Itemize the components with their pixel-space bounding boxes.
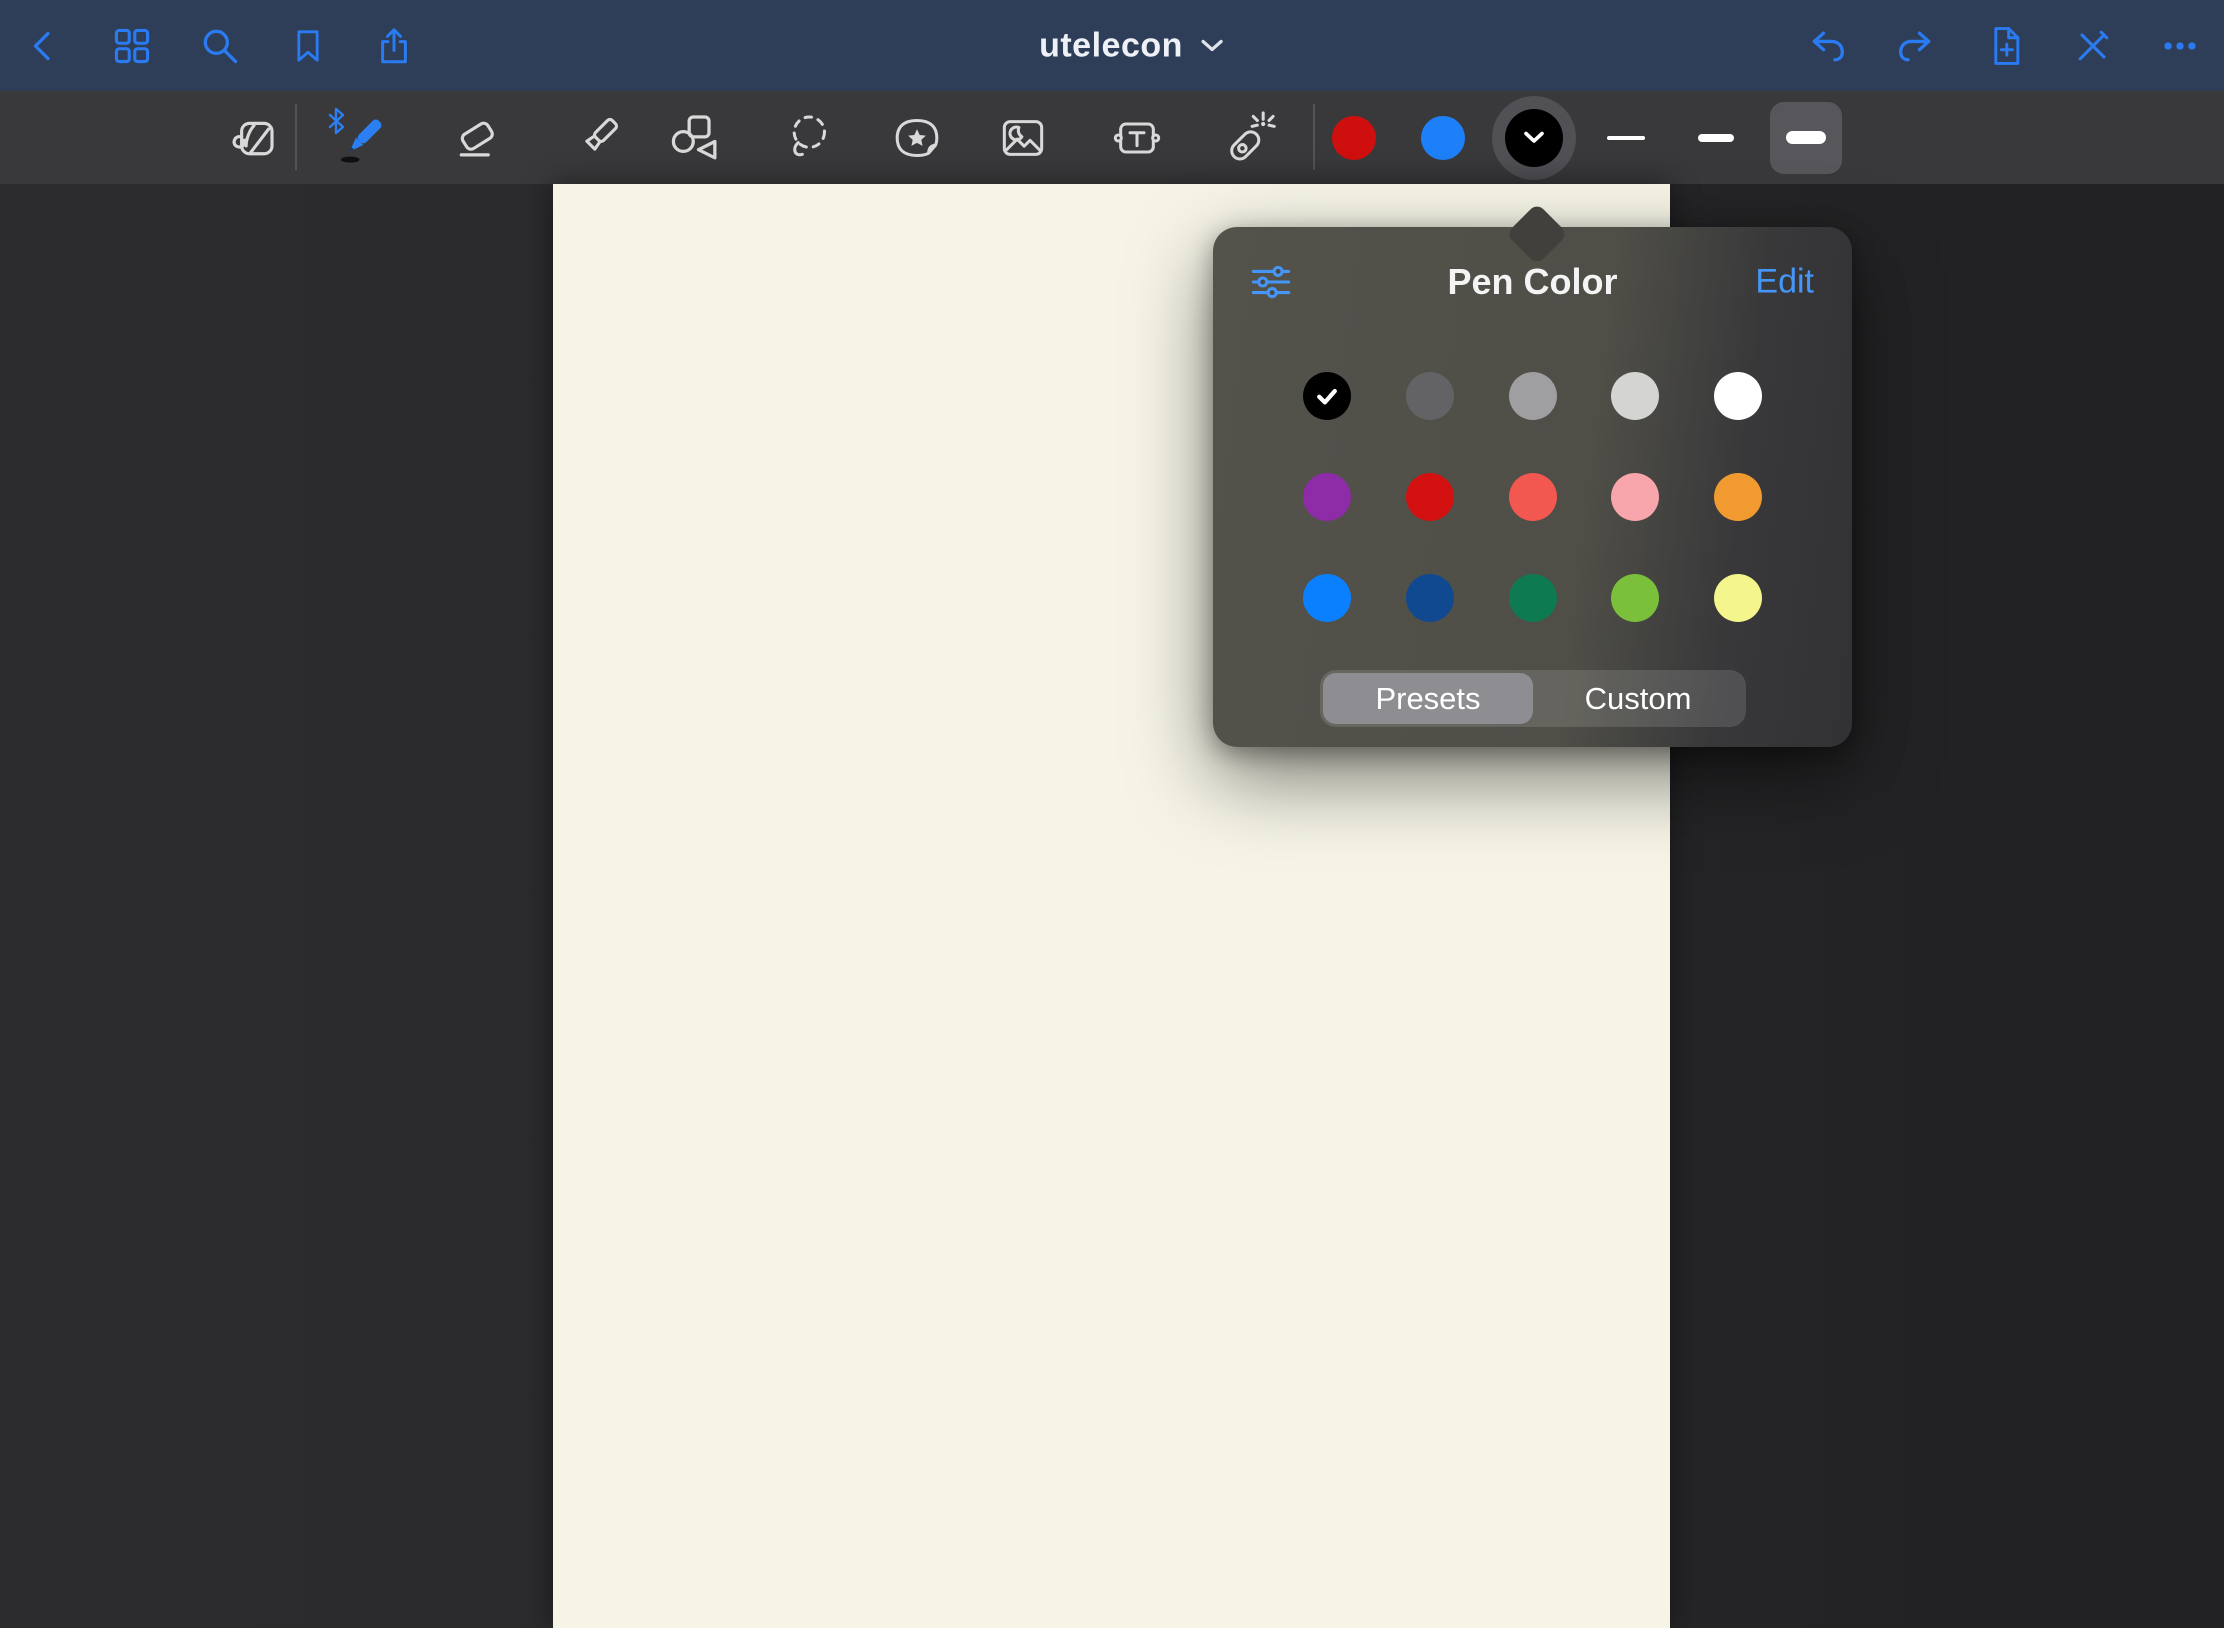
shapes-icon: [667, 110, 723, 166]
redo-icon: [1892, 24, 1936, 68]
add-page-button[interactable]: [1971, 12, 2039, 80]
color-swatch[interactable]: [1303, 574, 1351, 622]
top-navigation-bar: utelecon: [0, 0, 2224, 91]
grid-icon: [110, 24, 154, 68]
document-title-button[interactable]: utelecon: [1039, 26, 1223, 65]
search-icon: [198, 24, 242, 68]
thickness-medium-button[interactable]: [1680, 102, 1752, 174]
stop-editing-button[interactable]: [2059, 12, 2127, 80]
bookmark-icon: [288, 24, 328, 68]
thick-stroke-preview: [1786, 131, 1826, 144]
swatch-grid: [1213, 372, 1852, 622]
edit-colors-button[interactable]: Edit: [1755, 263, 1814, 302]
color-swatch[interactable]: [1509, 372, 1557, 420]
bookmark-button[interactable]: [274, 12, 342, 80]
color-swatch[interactable]: [1406, 574, 1454, 622]
add-page-icon: [1983, 23, 2027, 69]
scroll-mode-icon: [227, 111, 281, 165]
back-icon: [23, 24, 63, 68]
toolbar-divider: [295, 104, 297, 170]
thickness-thick-button[interactable]: [1770, 102, 1842, 174]
image-tool-button[interactable]: [989, 104, 1057, 172]
thin-stroke-preview: [1607, 136, 1645, 140]
popover-title: Pen Color: [1447, 261, 1617, 303]
swatch-row: [1303, 473, 1762, 521]
preset-custom-segmented-control: Presets Custom: [1320, 670, 1746, 727]
color-swatch[interactable]: [1714, 574, 1762, 622]
swatch-row: [1303, 372, 1762, 420]
text-icon: [1109, 110, 1165, 166]
color-swatch[interactable]: [1406, 372, 1454, 420]
lasso-icon: [779, 110, 835, 166]
document-title: utelecon: [1039, 26, 1183, 65]
shapes-tool-button[interactable]: [661, 104, 729, 172]
scroll-mode-button[interactable]: [220, 104, 288, 172]
color-swatch[interactable]: [1611, 574, 1659, 622]
color-swatch[interactable]: [1509, 473, 1557, 521]
color-swatch[interactable]: [1406, 473, 1454, 521]
toolbar-divider: [1313, 104, 1315, 170]
canvas-background: [0, 184, 2224, 1628]
share-button[interactable]: [360, 12, 428, 80]
pages-overview-button[interactable]: [98, 12, 166, 80]
share-icon: [373, 23, 415, 69]
more-options-button[interactable]: [2146, 12, 2214, 80]
checkmark-icon: [1310, 379, 1344, 413]
chevron-down-icon: [1522, 130, 1546, 145]
pen-color-popover: Pen Color Edit Presets Custom: [1213, 227, 1852, 747]
pen-settings-button[interactable]: [1251, 264, 1291, 300]
color-slot-red[interactable]: [1332, 116, 1376, 160]
sticker-star-icon: [889, 110, 945, 166]
medium-stroke-preview: [1698, 134, 1734, 142]
color-swatch[interactable]: [1611, 473, 1659, 521]
segment-presets[interactable]: Presets: [1323, 673, 1533, 724]
text-tool-button[interactable]: [1103, 104, 1171, 172]
lasso-tool-button[interactable]: [773, 104, 841, 172]
color-swatch-selected[interactable]: [1303, 372, 1351, 420]
undo-icon: [1807, 24, 1851, 68]
color-slot-black-selected[interactable]: [1492, 96, 1576, 180]
thickness-thin-button[interactable]: [1590, 102, 1662, 174]
color-swatch[interactable]: [1303, 473, 1351, 521]
swatch-row: [1303, 574, 1762, 622]
laser-pointer-tool-button[interactable]: [1214, 104, 1282, 172]
popover-header: Pen Color Edit: [1213, 227, 1852, 337]
eraser-tool-button[interactable]: [443, 104, 511, 172]
color-swatch[interactable]: [1714, 473, 1762, 521]
redo-button[interactable]: [1880, 12, 1948, 80]
color-swatch[interactable]: [1611, 372, 1659, 420]
color-swatch[interactable]: [1714, 372, 1762, 420]
chevron-down-icon: [1201, 39, 1223, 53]
sliders-icon: [1251, 264, 1291, 300]
undo-button[interactable]: [1795, 12, 1863, 80]
selected-color-dot: [1505, 109, 1563, 167]
pen-tool-button[interactable]: [329, 104, 397, 172]
more-icon: [2158, 24, 2202, 68]
image-icon: [995, 110, 1051, 166]
elements-tool-button[interactable]: [883, 104, 951, 172]
laser-pointer-icon: [1220, 110, 1276, 166]
tool-bar: [0, 91, 2224, 184]
color-swatch[interactable]: [1509, 574, 1557, 622]
search-button[interactable]: [186, 12, 254, 80]
bluetooth-icon: [327, 106, 345, 136]
color-slot-blue[interactable]: [1421, 116, 1465, 160]
segment-custom[interactable]: Custom: [1533, 673, 1743, 724]
eraser-icon: [450, 111, 504, 165]
highlighter-tool-button[interactable]: [564, 104, 632, 172]
highlighter-icon: [571, 111, 625, 165]
pen-disable-icon: [2071, 24, 2115, 68]
back-button[interactable]: [9, 12, 77, 80]
